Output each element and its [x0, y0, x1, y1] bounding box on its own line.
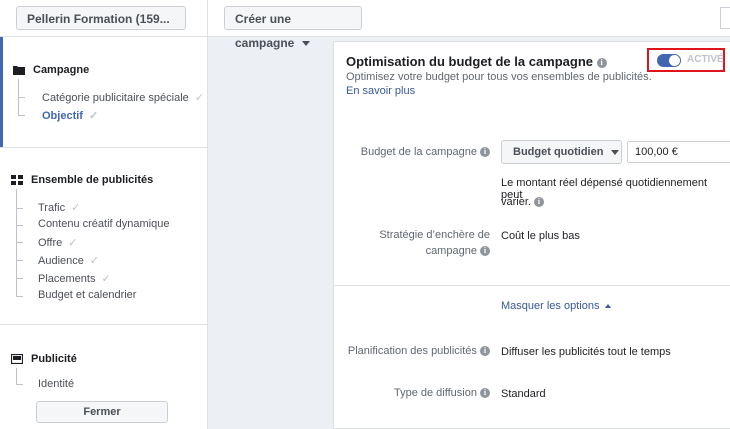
tree-branch — [16, 260, 23, 261]
item-label: Objectif — [42, 110, 83, 122]
tree-branch — [16, 225, 23, 226]
grid-icon — [11, 175, 23, 185]
bid-strategy-value[interactable]: Coût le plus bas — [501, 230, 580, 242]
tree-branch — [16, 296, 23, 297]
tree-branch — [18, 115, 25, 116]
toolbar-button-partial[interactable] — [720, 7, 730, 29]
delivery-type-label: Type de diffusion i — [344, 387, 490, 399]
tree-branch — [16, 208, 23, 209]
tree-line — [16, 368, 17, 384]
budget-note-cont: varier. i — [501, 196, 545, 208]
section-title-adset: Ensemble de publicités — [31, 174, 154, 186]
info-icon[interactable]: i — [596, 57, 607, 68]
tree-branch — [16, 278, 23, 279]
check-icon: ✓ — [101, 273, 111, 285]
section-divider — [0, 147, 207, 148]
sidebar-item-identity[interactable]: Identité — [38, 378, 74, 390]
budget-label: Budget de la campagne i — [354, 146, 490, 158]
check-icon: ✓ — [68, 237, 78, 249]
create-campaign-label: Créer une campagne — [235, 12, 295, 50]
editor-sidebar: Campagne Catégorie publicitaire spéciale… — [0, 37, 208, 429]
item-label: Catégorie publicitaire spéciale — [42, 92, 189, 104]
budget-note-line2: varier. — [501, 196, 531, 208]
item-label: Contenu créatif dynamique — [38, 218, 170, 230]
account-label: Pellerin Formation (159... — [27, 12, 170, 26]
learn-more-link[interactable]: En savoir plus — [346, 85, 415, 97]
top-toolbar: Pellerin Formation (159... Créer une cam… — [0, 0, 730, 50]
sidebar-item-placements[interactable]: Placements ✓ — [38, 272, 111, 285]
item-label: Offre — [38, 237, 63, 249]
schedule-label-text: Planification des publicités — [347, 345, 477, 357]
section-title-ad: Publicité — [31, 353, 77, 365]
info-icon[interactable]: i — [480, 388, 490, 399]
schedule-label: Planification des publicités i — [344, 345, 490, 357]
folder-icon — [13, 66, 25, 75]
delivery-label-text: Type de diffusion — [393, 387, 477, 399]
hide-options-link[interactable]: Masquer les options — [501, 300, 612, 312]
check-icon: ✓ — [194, 92, 204, 104]
sidebar-item-objective[interactable]: Objectif ✓ — [42, 109, 98, 122]
card-subtitle: Optimisez votre budget pour tous vos ens… — [346, 71, 652, 83]
info-icon[interactable]: i — [480, 147, 490, 158]
item-label: Audience — [38, 255, 84, 267]
card-divider — [334, 285, 730, 286]
item-label: Identité — [38, 378, 75, 390]
selected-section-indicator — [0, 37, 3, 147]
ad-icon — [11, 354, 23, 364]
bid-strategy-label-cont: campagne i — [354, 245, 490, 257]
chevron-up-icon — [605, 304, 612, 309]
toggle-knob — [669, 55, 680, 66]
section-divider — [0, 324, 207, 325]
budget-optimization-card: Optimisation du budget de la campagne i … — [333, 41, 730, 429]
item-label: Placements — [38, 273, 96, 285]
hide-options-text: Masquer les options — [501, 300, 600, 312]
card-title: Optimisation du budget de la campagne i — [346, 54, 607, 69]
sidebar-item-special-category[interactable]: Catégorie publicitaire spéciale ✓ — [42, 91, 204, 104]
item-label: Budget et calendrier — [38, 289, 137, 301]
sidebar-item-dynamic-creative[interactable]: Contenu créatif dynamique — [38, 218, 169, 230]
tree-branch — [16, 384, 23, 385]
info-icon[interactable]: i — [480, 246, 490, 257]
account-selector[interactable]: Pellerin Formation (159... — [16, 6, 186, 47]
sidebar-item-audience[interactable]: Audience ✓ — [38, 254, 99, 267]
toolbar-divider — [207, 0, 208, 36]
chevron-down-icon — [611, 149, 620, 155]
tree-branch — [18, 97, 25, 98]
sidebar-item-offer[interactable]: Offre ✓ — [38, 236, 77, 249]
card-title-text: Optimisation du budget de la campagne — [346, 54, 594, 69]
budget-label-text: Budget de la campagne — [360, 146, 477, 158]
bid-strategy-label: Stratégie d’enchère de — [379, 229, 490, 241]
item-label: Trafic — [38, 202, 66, 214]
tree-branch — [16, 242, 23, 243]
toggle-highlight-box: ACTIVÉ — [647, 48, 725, 72]
check-icon: ✓ — [88, 110, 99, 122]
sidebar-item-traffic[interactable]: Trafic ✓ — [38, 201, 80, 214]
chevron-down-icon — [302, 41, 311, 47]
close-button[interactable]: Fermer — [36, 401, 168, 423]
check-icon: ✓ — [71, 202, 81, 214]
schedule-value[interactable]: Diffuser les publicités tout le temps — [501, 346, 671, 358]
section-title-campaign: Campagne — [33, 64, 90, 76]
bid-strategy-label-line2: campagne — [425, 245, 477, 257]
delivery-type-value[interactable]: Standard — [501, 388, 546, 400]
info-icon[interactable]: i — [534, 197, 545, 208]
budget-amount-input[interactable]: 100,00 € — [627, 141, 730, 163]
budget-type-select[interactable]: Budget quotidien — [501, 140, 622, 164]
sidebar-item-budget-schedule[interactable]: Budget et calendrier — [38, 289, 136, 301]
check-icon: ✓ — [89, 255, 100, 267]
info-icon[interactable]: i — [480, 346, 490, 357]
toggle-label: ACTIVÉ — [687, 54, 724, 65]
budget-type-value: Budget quotidien — [513, 146, 604, 158]
create-campaign-button[interactable]: Créer une campagne — [224, 6, 362, 50]
cbo-toggle[interactable] — [657, 54, 681, 67]
